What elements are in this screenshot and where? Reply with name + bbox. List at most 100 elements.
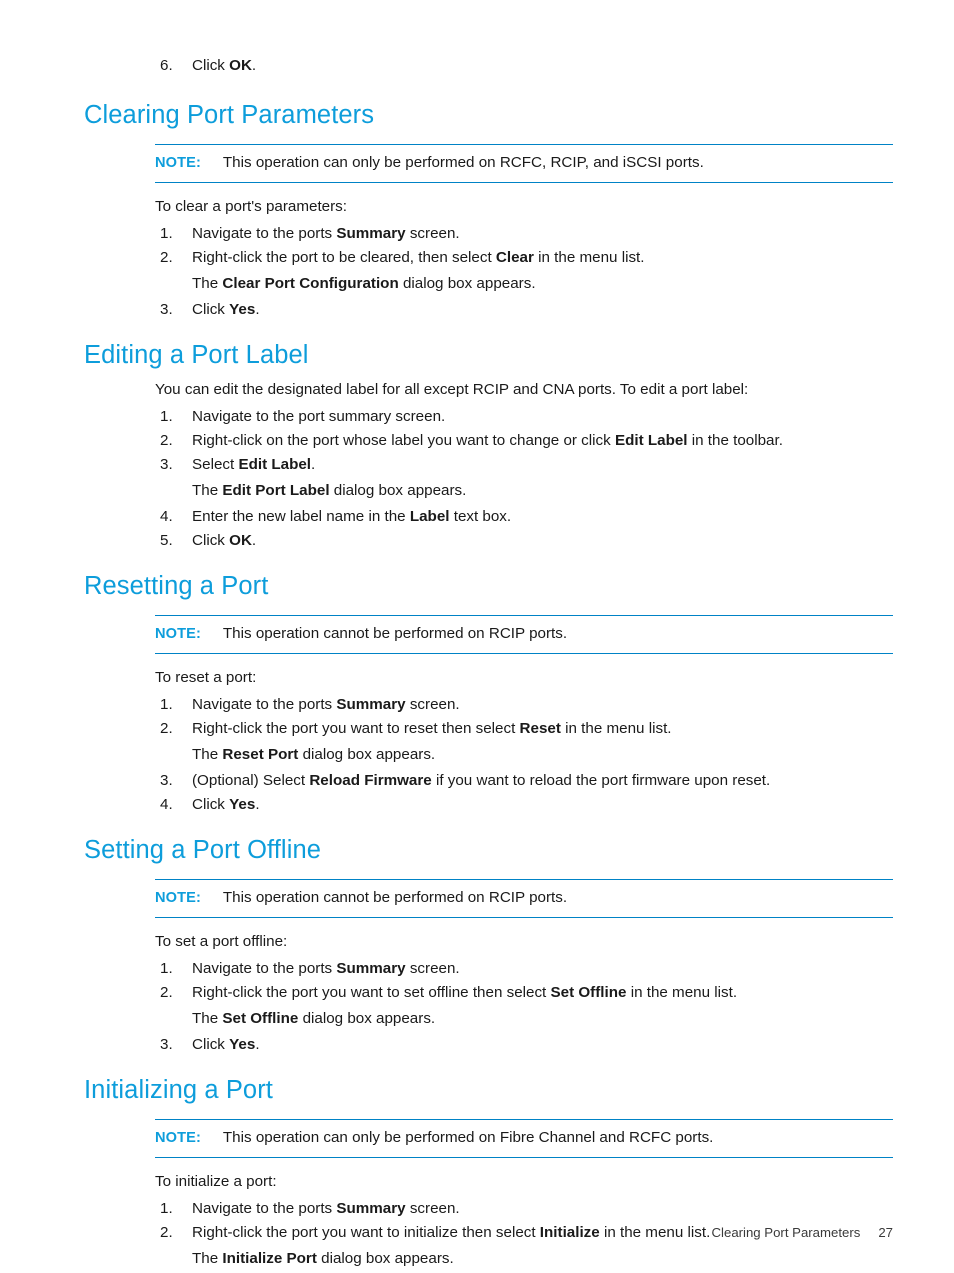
step-list: 1. Navigate to the ports Summary screen. 2… — [155, 693, 893, 817]
list-item-number: 3. — [160, 772, 173, 789]
continuation-run: dialog box appears. — [298, 746, 436, 763]
section-heading-clearing-port-parameters: Clearing Port Parameters — [84, 101, 375, 129]
list-item-number: 3. — [160, 301, 173, 318]
list-item-text: Navigate to the ports Summary screen. — [192, 1197, 893, 1221]
list-item-text: Right-click the port to be cleared, then… — [192, 246, 893, 270]
list-item-number: 6. — [160, 57, 173, 74]
list-item-number: 4. — [160, 508, 173, 525]
footer-page-number: 27 — [878, 1225, 893, 1240]
list-item-text: Click Yes. — [192, 793, 893, 817]
list-item-text: Click OK. — [192, 54, 893, 78]
list-item-number: 1. — [160, 225, 173, 242]
list-item: 5. Click OK. — [155, 529, 893, 553]
heading-gap — [0, 601, 954, 615]
step-run: Navigate to the ports — [192, 225, 337, 242]
ui-term: Summary — [336, 696, 406, 713]
list-item: 1. Navigate to the ports Summary screen. — [155, 957, 893, 981]
step-run: text box. — [449, 508, 512, 525]
ui-term: Edit Port Label — [222, 482, 330, 499]
list-item-text: Enter the new label name in the Label te… — [192, 505, 893, 529]
footer-section-title: Clearing Port Parameters — [711, 1225, 861, 1240]
lead-paragraph: To reset a port: — [155, 669, 257, 686]
ui-term: Reset — [519, 720, 561, 737]
step-run: Click — [192, 301, 230, 318]
list-item: 1. Navigate to the ports Summary screen. — [155, 693, 893, 717]
section-body-setting-a-port-offline: To set a port offline: 1. Navigate to the … — [155, 930, 893, 1057]
step-run: Click — [192, 1036, 230, 1053]
list-item-text: Navigate to the ports Summary screen. — [192, 693, 893, 717]
section-body-clearing-port-parameters: To clear a port's parameters: 1. Navigate … — [155, 195, 893, 322]
list-item-text: (Optional) Select Reload Firmware if you… — [192, 769, 893, 793]
step-run: . — [255, 301, 260, 318]
continuation-run: dialog box appears. — [298, 1010, 436, 1027]
step-run: in the menu list. — [560, 720, 672, 737]
list-item: 2. Right-click the port you want to reset… — [155, 717, 893, 741]
ui-term: Summary — [336, 1200, 406, 1217]
note-text: This operation cannot be performed on RC… — [222, 625, 568, 642]
list-item-number: 2. — [160, 720, 173, 737]
ui-term: OK — [229, 532, 252, 549]
continuation-run: The — [192, 482, 223, 499]
section-body-resetting-a-port: To reset a port: 1. Navigate to the ports … — [155, 666, 893, 817]
list-item-number: 1. — [160, 960, 173, 977]
list-item: 3. Select Edit Label. — [155, 453, 893, 477]
document-page: 6. Click OK. Clearing Port Parameters NOT… — [0, 0, 954, 1271]
continuation-run: The — [192, 275, 223, 292]
heading-gap — [0, 370, 954, 378]
section-body-editing-a-port-label: You can edit the designated label for al… — [155, 378, 893, 553]
ui-term: Initialize Port — [222, 1250, 317, 1267]
list-item-number: 4. — [160, 796, 173, 813]
step-run: (Optional) Select — [192, 772, 310, 789]
step-run: in the toolbar. — [687, 432, 783, 449]
list-item: 2. Right-click the port you want to set o… — [155, 981, 893, 1005]
heading-gap — [0, 1105, 954, 1119]
ui-term: Yes — [229, 796, 256, 813]
list-item-number: 5. — [160, 532, 173, 549]
note-gap — [0, 918, 954, 930]
step-run: Navigate to the ports — [192, 1200, 337, 1217]
list-item-number: 3. — [160, 1036, 173, 1053]
list-item: 3. (Optional) Select Reload Firmware if y… — [155, 769, 893, 793]
note-admonition: NOTE: This operation cannot be performed … — [155, 615, 893, 654]
list-item-number: 1. — [160, 696, 173, 713]
list-item: 4. Enter the new label name in the Label … — [155, 505, 893, 529]
ui-term: Summary — [336, 960, 406, 977]
lead-paragraph: To initialize a port: — [155, 1173, 277, 1190]
step-list: 1. Navigate to the port summary screen. 2.… — [155, 405, 893, 553]
list-item: 1. Navigate to the ports Summary screen. — [155, 222, 893, 246]
step-run: Right-click the port you want to reset t… — [192, 720, 520, 737]
step-text-tail: . — [251, 57, 257, 74]
step-run: Click — [192, 532, 230, 549]
continuation-run: The — [192, 1010, 223, 1027]
ui-term: OK — [229, 57, 252, 74]
orphan-step-block: 6. Click OK. — [155, 54, 893, 78]
list-item-continuation: The Initialize Port dialog box appears. — [192, 1247, 893, 1271]
ui-term: Edit Label — [614, 432, 688, 449]
ui-term: Clear — [495, 249, 534, 266]
ui-term: Clear Port Configuration — [222, 275, 399, 292]
step-run: . — [311, 456, 316, 473]
lead-paragraph: To set a port offline: — [155, 933, 288, 950]
list-item: 1. Navigate to the ports Summary screen. — [155, 1197, 893, 1221]
step-text: Click — [192, 57, 230, 74]
ui-term: Label — [409, 508, 450, 525]
list-item: 3. Click Yes. — [155, 1033, 893, 1057]
step-run: Navigate to the ports — [192, 696, 337, 713]
step-run: Right-click the port you want to set off… — [192, 984, 551, 1001]
section-heading-setting-a-port-offline: Setting a Port Offline — [84, 836, 322, 864]
note-text: This operation can only be performed on … — [222, 1129, 714, 1146]
note-text: This operation cannot be performed on RC… — [222, 889, 568, 906]
step-run: Select — [192, 456, 239, 473]
list-item-number: 3. — [160, 456, 173, 473]
note-gap — [0, 183, 954, 195]
lead-paragraph: You can edit the designated label for al… — [155, 381, 749, 398]
continuation-run: The — [192, 746, 223, 763]
list-item-text: Right-click the port you want to set off… — [192, 981, 893, 1005]
ui-term: Yes — [229, 301, 256, 318]
sections-container: Clearing Port Parameters NOTE: This operat… — [0, 78, 954, 1273]
section-heading-resetting-a-port: Resetting a Port — [84, 572, 269, 600]
note-label: NOTE: — [155, 890, 201, 906]
